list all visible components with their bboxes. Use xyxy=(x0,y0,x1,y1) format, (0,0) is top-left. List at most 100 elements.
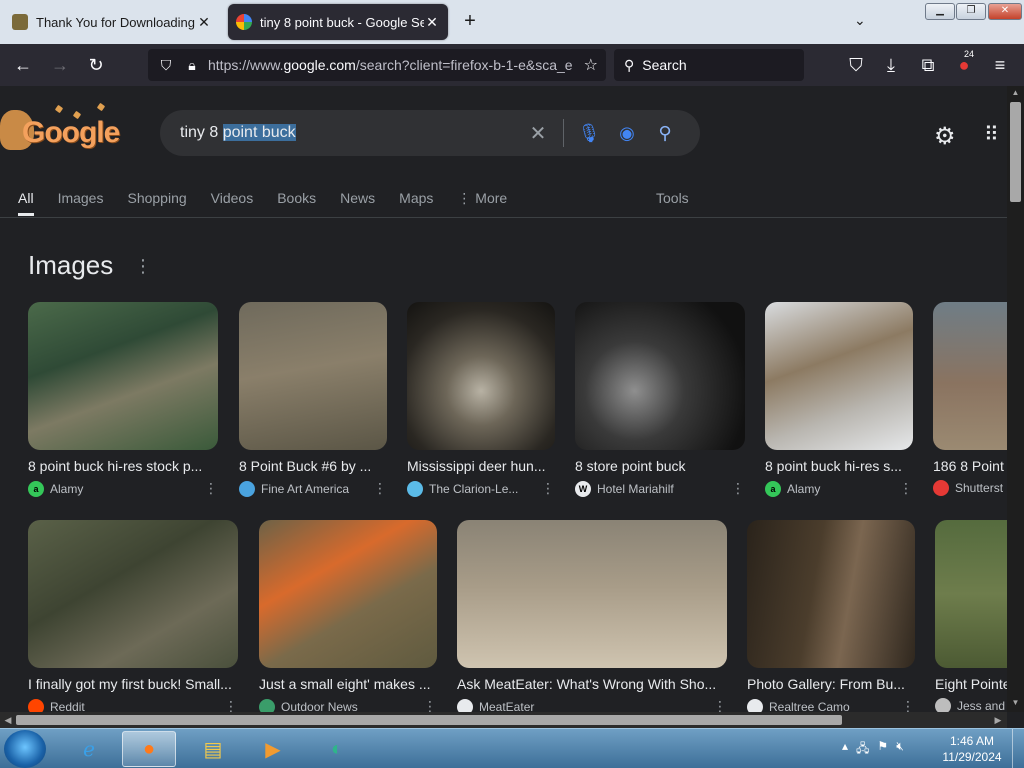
image-caption[interactable]: 186 8 Point xyxy=(933,458,1007,474)
image-source[interactable]: Realtree Camo ⋮ xyxy=(747,698,915,712)
window-minimize-button[interactable]: ▁ xyxy=(925,3,955,20)
file-explorer-folder-icon[interactable]: ▤ xyxy=(186,731,240,767)
horizontal-scroll-thumb[interactable] xyxy=(16,715,842,725)
more-options-icon[interactable]: ⋮ xyxy=(899,480,913,497)
image-result-card[interactable]: Ask MeatEater: What's Wrong With Sho... … xyxy=(457,520,727,712)
more-options-icon[interactable]: ⋮ xyxy=(423,698,437,712)
pocket-icon[interactable]: ⛉ xyxy=(843,53,869,77)
tab-shopping[interactable]: Shopping xyxy=(127,186,186,216)
scroll-down-arrow-icon[interactable]: ▼ xyxy=(1007,698,1024,707)
start-button-windows-icon[interactable] xyxy=(4,730,46,768)
image-result-card[interactable]: 186 8 Point Shutterst xyxy=(933,302,1007,496)
more-options-icon[interactable]: ⋮ xyxy=(731,480,745,497)
google-doodle-logo[interactable]: Google xyxy=(0,102,125,160)
tab-more[interactable]: ⋮ More xyxy=(457,186,507,216)
image-caption[interactable]: Ask MeatEater: What's Wrong With Sho... xyxy=(457,676,727,692)
browser-tab-google-search[interactable]: tiny 8 point buck - Google Sear ✕ xyxy=(228,4,448,40)
url-text[interactable]: https://www.google.com/search?client=fir… xyxy=(208,57,584,73)
downloads-icon[interactable]: ⤓ xyxy=(878,53,904,77)
image-caption[interactable]: Photo Gallery: From Bu... xyxy=(747,676,915,692)
reload-icon[interactable]: ↻ xyxy=(83,53,109,77)
app-launcher-icon[interactable]: ◐ xyxy=(310,731,364,767)
menu-hamburger-icon[interactable]: ≡ xyxy=(987,53,1013,77)
image-result-card[interactable]: Photo Gallery: From Bu... Realtree Camo ⋮ xyxy=(747,520,915,712)
image-thumbnail[interactable] xyxy=(28,302,218,450)
image-caption[interactable]: I finally got my first buck! Small... xyxy=(28,676,238,692)
more-options-icon[interactable]: ⋮ xyxy=(204,480,218,497)
bookmark-star-icon[interactable]: ☆ xyxy=(584,55,598,75)
new-tab-icon[interactable]: + xyxy=(458,10,482,33)
back-arrow-icon[interactable]: ← xyxy=(10,53,36,77)
image-thumbnail[interactable] xyxy=(933,302,1007,450)
media-player-icon[interactable]: ▶ xyxy=(246,731,300,767)
more-options-icon[interactable]: ⋮ xyxy=(373,480,387,497)
scroll-left-arrow-icon[interactable]: ◀ xyxy=(0,712,16,728)
tab-videos[interactable]: Videos xyxy=(211,186,254,216)
search-query-input[interactable]: tiny 8 point buck xyxy=(180,124,523,142)
image-thumbnail[interactable] xyxy=(259,520,437,668)
image-caption[interactable]: 8 point buck hi-res s... xyxy=(765,458,913,474)
more-options-icon[interactable]: ⋮ xyxy=(541,480,555,497)
image-caption[interactable]: Just a small eight' makes ... xyxy=(259,676,437,692)
google-lens-icon[interactable]: ◉ xyxy=(612,123,642,144)
forward-arrow-icon[interactable]: → xyxy=(47,53,73,77)
internet-explorer-icon[interactable]: ℯ xyxy=(62,731,116,767)
vertical-scroll-thumb[interactable] xyxy=(1010,102,1021,202)
action-center-flag-icon[interactable]: ⚑ xyxy=(877,739,888,760)
google-apps-grid-icon[interactable]: ⠿ xyxy=(984,122,1000,147)
image-source[interactable]: Fine Art America ⋮ xyxy=(239,480,387,497)
image-thumbnail[interactable] xyxy=(747,520,915,668)
image-source[interactable]: Outdoor News ⋮ xyxy=(259,698,437,712)
tracking-shield-icon[interactable]: ⛉ xyxy=(156,57,176,74)
image-result-card[interactable]: Just a small eight' makes ... Outdoor Ne… xyxy=(259,520,437,712)
image-thumbnail[interactable] xyxy=(575,302,745,450)
image-result-card[interactable]: 8 point buck hi-res s... a Alamy ⋮ xyxy=(765,302,913,497)
more-options-icon[interactable]: ⋮ xyxy=(901,698,915,712)
image-result-card[interactable]: Eight Pointe Jess and xyxy=(935,520,1007,712)
url-bar[interactable]: ⛉ 🔒︎ https://www.google.com/search?clien… xyxy=(148,49,606,81)
image-thumbnail[interactable] xyxy=(407,302,555,450)
image-result-card[interactable]: 8 point buck hi-res stock p... a Alamy ⋮ xyxy=(28,302,218,497)
network-icon[interactable]: 🖧︎ xyxy=(856,739,869,760)
images-section-options-icon[interactable]: ⋮ xyxy=(134,256,152,277)
settings-gear-icon[interactable]: ⚙ xyxy=(934,122,956,151)
volume-muted-icon[interactable]: 🔇︎ xyxy=(896,739,904,760)
image-thumbnail[interactable] xyxy=(765,302,913,450)
vertical-scrollbar[interactable]: ▲ ▼ xyxy=(1007,86,1024,712)
tab-images[interactable]: Images xyxy=(58,186,104,216)
image-caption[interactable]: 8 Point Buck #6 by ... xyxy=(239,458,387,474)
list-all-tabs-chevron-icon[interactable]: ⌄ xyxy=(854,12,866,29)
taskbar-clock[interactable]: 1:46 AM 11/29/2024 xyxy=(940,733,1004,765)
image-thumbnail[interactable] xyxy=(239,302,387,450)
firefox-icon[interactable]: ● xyxy=(122,731,176,767)
image-source[interactable]: W Hotel Mariahilf ⋮ xyxy=(575,480,745,497)
search-submit-icon[interactable]: ⚲ xyxy=(650,123,680,144)
more-options-icon[interactable]: ⋮ xyxy=(713,698,727,712)
image-source[interactable]: Shutterst xyxy=(933,480,1007,496)
image-thumbnail[interactable] xyxy=(28,520,238,668)
padlock-icon[interactable]: 🔒︎ xyxy=(182,57,202,74)
show-desktop-button[interactable] xyxy=(1012,729,1024,768)
window-restore-button[interactable]: ❐ xyxy=(956,3,986,20)
window-close-button[interactable]: ✕ xyxy=(988,3,1022,20)
tab-all[interactable]: All xyxy=(18,186,34,216)
image-result-card[interactable]: I finally got my first buck! Small... Re… xyxy=(28,520,238,712)
image-thumbnail[interactable] xyxy=(457,520,727,668)
image-result-card[interactable]: 8 Point Buck #6 by ... Fine Art America ⋮ xyxy=(239,302,387,497)
image-source[interactable]: The Clarion-Le... ⋮ xyxy=(407,480,555,497)
clear-search-icon[interactable]: ✕ xyxy=(523,121,553,146)
image-caption[interactable]: Mississippi deer hun... xyxy=(407,458,555,474)
image-caption[interactable]: 8 store point buck xyxy=(575,458,745,474)
image-source[interactable]: MeatEater ⋮ xyxy=(457,698,727,712)
more-options-icon[interactable]: ⋮ xyxy=(224,698,238,712)
tab-maps[interactable]: Maps xyxy=(399,186,433,216)
scroll-up-arrow-icon[interactable]: ▲ xyxy=(1007,88,1024,97)
browser-tab-download[interactable]: Thank You for Downloading Ea ✕ xyxy=(4,4,220,40)
image-source[interactable]: Reddit ⋮ xyxy=(28,698,238,712)
tab-books[interactable]: Books xyxy=(277,186,316,216)
horizontal-scrollbar[interactable]: ◀ ▶ xyxy=(0,712,1007,728)
image-caption[interactable]: Eight Pointe xyxy=(935,676,1007,692)
image-caption[interactable]: 8 point buck hi-res stock p... xyxy=(28,458,218,474)
tab-news[interactable]: News xyxy=(340,186,375,216)
extensions-puzzle-icon[interactable]: ⧉ xyxy=(915,53,941,77)
